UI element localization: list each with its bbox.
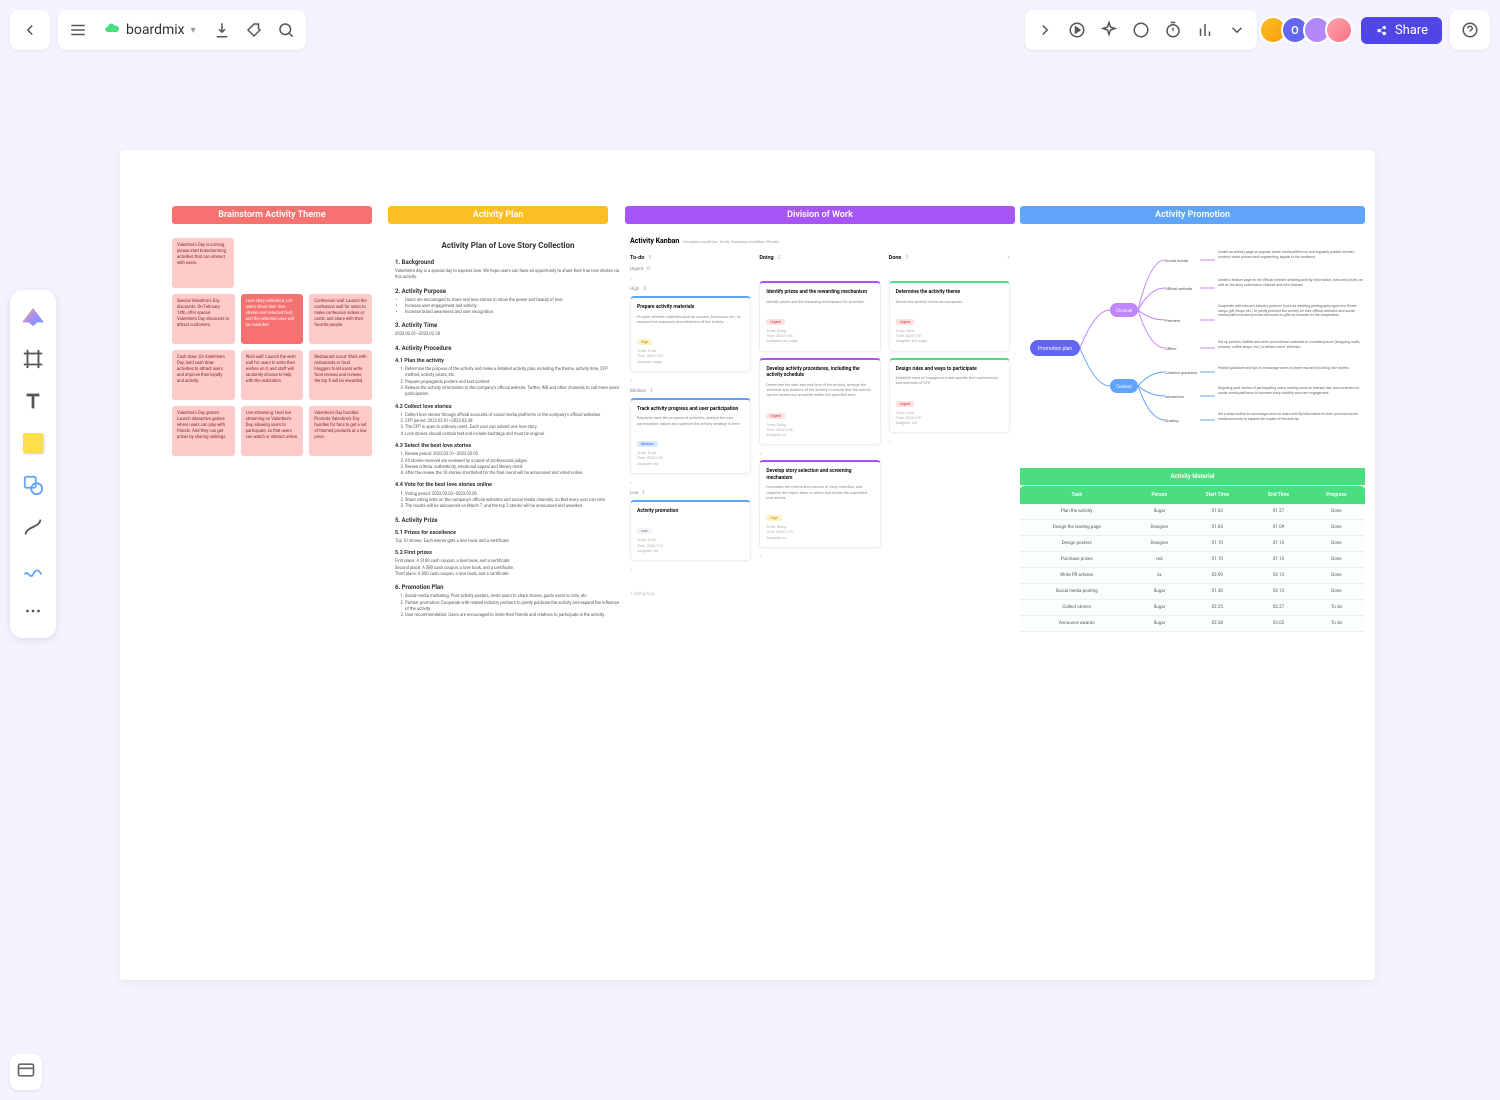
svg-text:Sharing: Sharing bbox=[1165, 418, 1179, 423]
svg-text:Offline: Offline bbox=[1165, 346, 1176, 351]
sticky-note[interactable]: Love story collection: Let users share t… bbox=[241, 294, 304, 344]
more-tools[interactable] bbox=[14, 592, 52, 630]
plan-title: Activity Plan of Love Story Collection bbox=[395, 240, 621, 252]
comment-button[interactable] bbox=[1125, 14, 1157, 46]
back-button[interactable] bbox=[14, 14, 46, 46]
svg-text:Creation guidance: Creation guidance bbox=[1165, 370, 1197, 375]
section-header-plan: Activity Plan bbox=[388, 206, 608, 224]
tool-dock bbox=[10, 290, 56, 638]
section-header-brainstorm: Brainstorm Activity Theme bbox=[172, 206, 372, 224]
kanban-card[interactable]: Determine the activity theme Decide the … bbox=[889, 281, 1010, 352]
section-header-division: Division of Work bbox=[625, 206, 1015, 224]
svg-text:Interaction: Interaction bbox=[1165, 394, 1184, 399]
table-row[interactable]: Collect storiesSugar02.2502.27To do bbox=[1020, 600, 1365, 616]
svg-text:Official website: Official website bbox=[1165, 286, 1192, 291]
add-group[interactable]: + Add group bbox=[630, 592, 751, 597]
help-button[interactable] bbox=[1454, 14, 1486, 46]
svg-text:Social media: Social media bbox=[1165, 258, 1188, 263]
table-row[interactable]: Social media postingSugar01.3002.13Done bbox=[1020, 584, 1365, 600]
svg-text:Promotion plan: Promotion plan bbox=[1038, 346, 1072, 352]
kanban-card[interactable]: Prepare activity materials Prepare relev… bbox=[630, 296, 751, 372]
sticky-note[interactable]: Confession wall: Launch the confession w… bbox=[309, 294, 372, 344]
sticky-note[interactable]: Valentine's Day bundles: Promote Valenti… bbox=[309, 406, 372, 456]
shape-tool[interactable] bbox=[14, 466, 52, 504]
more-button[interactable] bbox=[1221, 14, 1253, 46]
kanban-card[interactable]: Develop story selection and screening me… bbox=[759, 460, 880, 548]
text-tool[interactable] bbox=[14, 382, 52, 420]
doc-name-text: boardmix bbox=[126, 22, 185, 38]
share-button[interactable]: Share bbox=[1361, 17, 1442, 44]
avatar[interactable] bbox=[1325, 16, 1353, 44]
kanban-card[interactable]: Activity promotion Low To-do: To-doTime:… bbox=[630, 500, 751, 561]
present-button[interactable] bbox=[1061, 14, 1093, 46]
board-canvas[interactable]: Brainstorm Activity Theme Activity Plan … bbox=[120, 150, 1375, 980]
table-row[interactable]: Purchase prizesred01.1001.10Done bbox=[1020, 552, 1365, 568]
kanban-card[interactable]: Identify prizes and the rewarding mechan… bbox=[759, 281, 880, 352]
svg-text:Channel: Channel bbox=[1116, 308, 1132, 314]
minimap-button[interactable] bbox=[10, 1054, 42, 1090]
search-button[interactable] bbox=[270, 14, 302, 46]
kanban-card[interactable]: Develop activity procedures, including t… bbox=[759, 358, 880, 446]
download-button[interactable] bbox=[206, 14, 238, 46]
sticky-note[interactable]: Live streaming: Host live streaming on V… bbox=[241, 406, 304, 456]
share-icon bbox=[1375, 23, 1389, 37]
sticky-note[interactable]: Restaurant scout: Work with restaurants … bbox=[309, 350, 372, 400]
kanban-card[interactable]: Design rules and ways to participate Est… bbox=[889, 358, 1010, 434]
kanban-title: Activity Kanban bbox=[630, 237, 679, 245]
timer-button[interactable] bbox=[1157, 14, 1189, 46]
kanban-col-todo: To-do5 Urgent0 + High2 Prepare activity … bbox=[630, 255, 751, 597]
kanban-col-doing: Doing2 Identify prizes and the rewarding… bbox=[759, 255, 880, 597]
add-card[interactable]: + bbox=[630, 378, 751, 383]
tag-button[interactable] bbox=[238, 14, 270, 46]
table-row[interactable]: Plan the activitySugar01.0301.27Done bbox=[1020, 504, 1365, 520]
document-name[interactable]: boardmix ▾ bbox=[94, 20, 206, 40]
section-header-promotion: Activity Promotion bbox=[1020, 206, 1365, 224]
kanban-subtitle: Grouping condition: To-do, Grouping cond… bbox=[683, 239, 779, 244]
activity-plan-document[interactable]: Activity Plan of Love Story Collection 1… bbox=[395, 240, 621, 621]
table-row[interactable]: Design the landing pageDesigner01.0401.0… bbox=[1020, 520, 1365, 536]
promotion-mindmap[interactable]: Promotion plan Channel Content Social me… bbox=[1020, 240, 1365, 445]
add-card[interactable]: + bbox=[889, 439, 1010, 444]
add-card[interactable]: + bbox=[630, 480, 751, 485]
table-row[interactable]: Announce awardsSugar02.2803.02To do bbox=[1020, 616, 1365, 632]
kanban-col-done: Done3+ Determine the activity theme Deci… bbox=[889, 255, 1010, 597]
table-title: Activity Material bbox=[1020, 468, 1365, 486]
activity-material-table[interactable]: Activity Material Task Person Start Time… bbox=[1020, 468, 1365, 632]
spark-button[interactable] bbox=[1093, 14, 1125, 46]
brainstorm-grid: Valentine's Day is coming, please start … bbox=[172, 238, 372, 456]
add-card[interactable]: + bbox=[630, 567, 751, 572]
share-label: Share bbox=[1395, 23, 1428, 38]
vote-button[interactable] bbox=[1189, 14, 1221, 46]
sticky-note[interactable]: Valentine's Day is coming, please start … bbox=[172, 238, 234, 288]
cloud-icon bbox=[104, 20, 120, 40]
table-row[interactable]: Design postersDesigner01.1001.10Done bbox=[1020, 536, 1365, 552]
connector-tool[interactable] bbox=[14, 508, 52, 546]
kanban-card[interactable]: Track activity progress and user partici… bbox=[630, 398, 751, 474]
sticky-note[interactable]: Wish wall: Launch the wish wall for user… bbox=[241, 350, 304, 400]
svg-text:Partners: Partners bbox=[1165, 318, 1180, 323]
table-row[interactable]: Write PR articlesxx02.0902.13Done bbox=[1020, 568, 1365, 584]
collaborator-avatars[interactable]: O bbox=[1265, 16, 1353, 44]
pencil-tool[interactable] bbox=[14, 550, 52, 588]
menu-button[interactable] bbox=[62, 14, 94, 46]
add-card[interactable]: + bbox=[759, 554, 880, 559]
sticky-tool[interactable] bbox=[14, 424, 52, 462]
sticky-note[interactable]: Valentine's Day games: Launch interactiv… bbox=[172, 406, 235, 456]
chevron-down-icon: ▾ bbox=[191, 25, 196, 36]
select-tool[interactable] bbox=[14, 298, 52, 336]
activity-kanban[interactable]: Activity Kanban Grouping condition: To-d… bbox=[630, 228, 1010, 597]
frame-tool[interactable] bbox=[14, 340, 52, 378]
sticky-note[interactable]: Cash draw: On Valentine's Day, hold cash… bbox=[172, 350, 235, 400]
add-card[interactable]: + bbox=[630, 276, 751, 281]
sticky-note[interactable]: Special Valentine's Day discounts: On Fe… bbox=[172, 294, 235, 344]
expand-button[interactable] bbox=[1029, 14, 1061, 46]
top-toolbar: boardmix ▾ O Share bbox=[10, 10, 1490, 50]
svg-text:Content: Content bbox=[1116, 384, 1132, 390]
